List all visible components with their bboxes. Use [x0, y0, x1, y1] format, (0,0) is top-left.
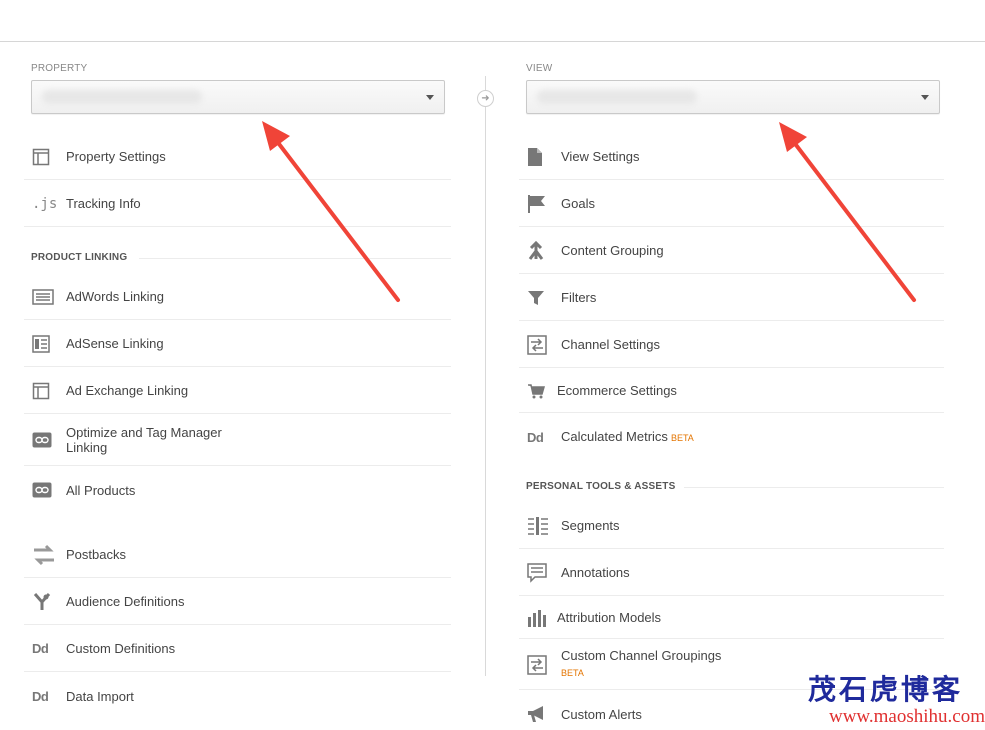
property-settings-icon [24, 146, 66, 168]
beta-badge: BETA [670, 432, 694, 443]
channel-settings-label: Channel Settings [561, 337, 661, 352]
view-label: VIEW [526, 63, 553, 74]
data-import-item[interactable]: Dd Data Import [24, 673, 451, 719]
filters-item[interactable]: Filters [519, 275, 944, 321]
dd-icon: Dd [32, 641, 49, 656]
link-icon [24, 429, 66, 451]
dd-icon: Dd [527, 429, 544, 445]
dd-icon: Dd [32, 688, 49, 704]
ga-admin-page: PROPERTY Property Settings .js Tracking … [0, 0, 985, 730]
personal-tools-heading: PERSONAL TOOLS & ASSETS [526, 481, 944, 492]
view-settings-item[interactable]: View Settings [519, 134, 944, 180]
content-grouping-icon [519, 240, 561, 262]
watermark-url: www.maoshihu.com [828, 706, 985, 727]
js-icon: .js [32, 195, 58, 212]
adsense-linking-label: AdSense Linking [66, 336, 164, 351]
segments-label: Segments [561, 518, 620, 533]
ecommerce-settings-label: Ecommerce Settings [557, 383, 677, 398]
postbacks-label: Postbacks [66, 547, 126, 562]
annotations-item[interactable]: Annotations [519, 550, 944, 596]
calculated-metrics-label: Calculated Metrics BETA [561, 428, 694, 444]
content-grouping-label: Content Grouping [561, 243, 664, 258]
view-select-value-blurred [537, 90, 697, 104]
adwords-linking-item[interactable]: AdWords Linking [24, 274, 451, 320]
channel-icon [519, 654, 561, 676]
property-label: PROPERTY [31, 63, 88, 74]
property-settings-item[interactable]: Property Settings [24, 134, 451, 180]
postbacks-icon [24, 544, 66, 566]
audience-definitions-item[interactable]: Audience Definitions [24, 579, 451, 625]
postbacks-item[interactable]: Postbacks [24, 532, 451, 578]
attribution-icon [519, 607, 557, 629]
channel-settings-item[interactable]: Channel Settings [519, 322, 944, 368]
content-grouping-item[interactable]: Content Grouping [519, 228, 944, 274]
property-settings-label: Property Settings [66, 149, 166, 164]
tracking-info-item[interactable]: .js Tracking Info [24, 181, 451, 227]
segments-icon [519, 515, 561, 537]
ecommerce-settings-item[interactable]: Ecommerce Settings [519, 369, 944, 413]
ad-exchange-linking-item[interactable]: Ad Exchange Linking [24, 368, 451, 414]
all-products-label: All Products [66, 482, 136, 498]
annotations-label: Annotations [561, 565, 630, 580]
column-divider [485, 76, 486, 676]
cart-icon [519, 380, 557, 402]
calculated-metrics-item[interactable]: Dd Calculated Metrics BETA [519, 414, 944, 460]
link-icon [24, 479, 66, 501]
custom-alerts-label: Custom Alerts [561, 706, 642, 722]
audience-icon [24, 591, 66, 613]
megaphone-icon [519, 703, 561, 725]
ad-exchange-linking-label: Ad Exchange Linking [66, 383, 189, 398]
adwords-icon [24, 286, 66, 308]
custom-definitions-item[interactable]: Dd Custom Definitions [24, 626, 451, 672]
filter-icon [519, 287, 561, 309]
filters-label: Filters [561, 290, 597, 305]
attribution-models-item[interactable]: Attribution Models [519, 597, 944, 639]
channel-icon [519, 334, 561, 356]
document-icon [519, 146, 561, 168]
arrow-right-icon: ➜ [477, 90, 494, 107]
optimize-tag-manager-linking-item[interactable]: Optimize and Tag Manager Linking [24, 415, 451, 466]
custom-definitions-label: Custom Definitions [66, 641, 176, 656]
data-import-label: Data Import [66, 688, 134, 704]
chevron-down-icon [921, 95, 929, 100]
watermark-chinese: 茂石虎博客 [807, 673, 963, 706]
all-products-item[interactable]: All Products [24, 467, 451, 513]
product-linking-heading: PRODUCT LINKING [31, 252, 451, 263]
adwords-linking-label: AdWords Linking [66, 289, 165, 304]
attribution-models-label: Attribution Models [557, 610, 662, 625]
segments-item[interactable]: Segments [519, 503, 944, 549]
tracking-info-label: Tracking Info [66, 196, 141, 211]
optimize-tag-manager-linking-label: Optimize and Tag Manager Linking [66, 425, 222, 455]
adsense-icon [24, 333, 66, 355]
property-select[interactable] [31, 80, 445, 114]
custom-channel-groupings-label: Custom Channel Groupings BETA [561, 648, 721, 681]
property-column: PROPERTY Property Settings .js Tracking … [24, 42, 451, 730]
adsense-linking-item[interactable]: AdSense Linking [24, 321, 451, 367]
annotations-icon [519, 562, 561, 584]
ad-exchange-icon [24, 380, 66, 402]
property-select-value-blurred [42, 90, 202, 104]
view-select[interactable] [526, 80, 940, 114]
audience-definitions-label: Audience Definitions [66, 594, 185, 609]
goals-item[interactable]: Goals [519, 181, 944, 227]
flag-icon [519, 193, 561, 215]
beta-badge: BETA [561, 668, 584, 678]
view-settings-label: View Settings [561, 149, 640, 164]
chevron-down-icon [426, 95, 434, 100]
view-column: VIEW View Settings Goals Content Groupin… [519, 42, 944, 730]
goals-label: Goals [561, 196, 595, 211]
